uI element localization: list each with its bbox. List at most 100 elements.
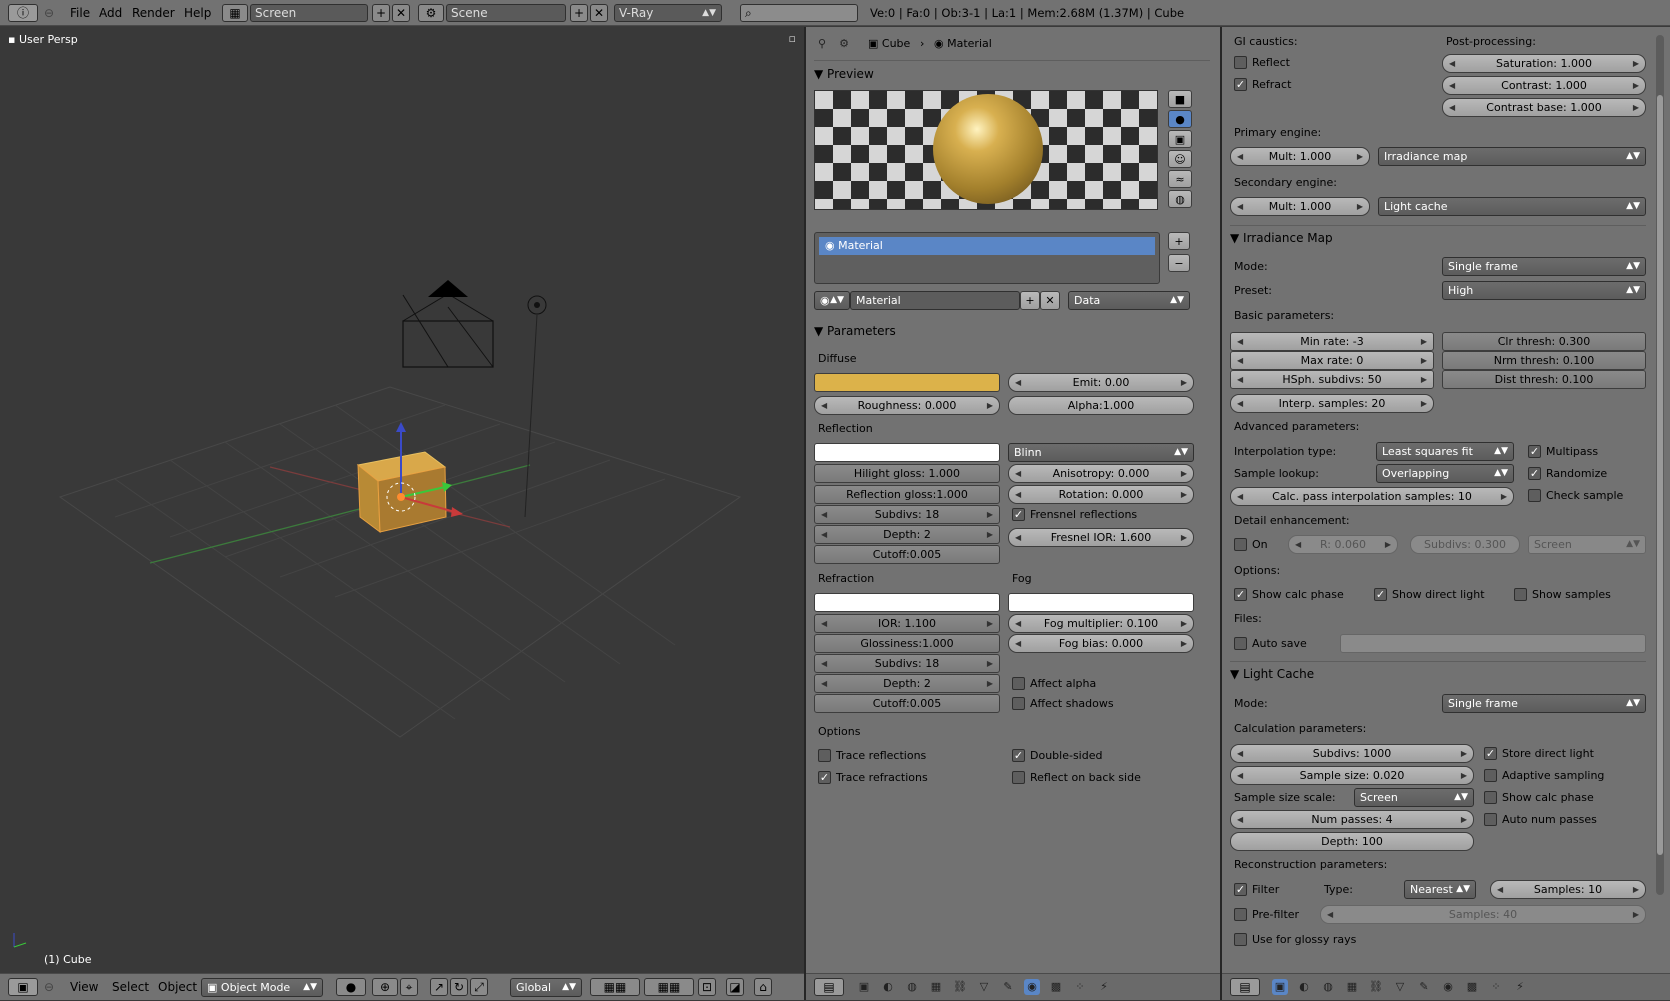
menu-select[interactable]: Select (112, 974, 149, 1001)
hsph-subdivs-field[interactable]: ◀ HSph. subdivs: 50 ▶ (1230, 370, 1434, 389)
material-name-field[interactable]: Material (850, 291, 1020, 310)
dist-thresh-field[interactable]: Dist thresh: 0.100 (1442, 370, 1646, 389)
num-passes-field[interactable]: ◀ Num passes: 4 ▶ (1230, 810, 1474, 829)
scene-tab-icon[interactable]: ◐ (880, 979, 896, 995)
contrast-base-field[interactable]: ◀ Contrast base: 1.000 ▶ (1442, 98, 1646, 117)
menu-object[interactable]: Object (158, 974, 197, 1001)
detail-subdivs-field[interactable]: Subdivs: 0.300 (1410, 535, 1520, 554)
glossy-rays-checkbox[interactable] (1234, 933, 1247, 946)
render-tab-icon[interactable]: ▣ (856, 979, 872, 995)
rotation-field[interactable]: ◀ Rotation: 0.000 ▶ (1008, 485, 1194, 504)
refraction-color-swatch[interactable] (814, 593, 1000, 612)
menu-add[interactable]: Add (99, 0, 122, 26)
translate-icon[interactable]: ↗ (430, 978, 448, 996)
contrast-field[interactable]: ◀ Contrast: 1.000 ▶ (1442, 76, 1646, 95)
prefilter-checkbox[interactable] (1234, 908, 1247, 921)
screen-add-icon[interactable]: + (372, 4, 390, 22)
editor-type-icon[interactable]: ▤ (814, 978, 844, 996)
show-samples-checkbox[interactable] (1514, 588, 1527, 601)
collapse-icon[interactable]: ⊖ (44, 974, 54, 1001)
layers2-icon[interactable]: ▦▦ (644, 978, 694, 996)
saturation-field[interactable]: ◀ Saturation: 1.000 ▶ (1442, 54, 1646, 73)
diffuse-color-swatch[interactable] (814, 373, 1000, 392)
brdf-select[interactable]: Blinn ▲▼ (1008, 443, 1194, 462)
irradiance-map-header[interactable]: ▼ Irradiance Map (1230, 231, 1333, 245)
scene-tab-icon[interactable]: ◐ (1296, 979, 1312, 995)
check-sample-checkbox[interactable] (1528, 489, 1541, 502)
show-calc-phase-checkbox[interactable]: ✓ (1234, 588, 1247, 601)
lock-icon[interactable]: ⊡ (698, 978, 716, 996)
material-slot-item[interactable]: ◉ Material (819, 237, 1155, 255)
refraction-cutoff-field[interactable]: Cutoff:0.005 (814, 694, 1000, 713)
material-slot-list[interactable]: ◉ Material (814, 232, 1160, 284)
filter-samples-field[interactable]: ◀ Samples: 10 ▶ (1490, 880, 1646, 899)
manipulator-toggle-icon[interactable]: ⌖ (400, 978, 418, 996)
world-tab-icon[interactable]: ◍ (1320, 979, 1336, 995)
irr-preset-select[interactable]: High ▲▼ (1442, 281, 1646, 300)
filter-checkbox[interactable]: ✓ (1234, 883, 1247, 896)
constraints-tab-icon[interactable]: ⛓ (952, 979, 968, 995)
constraints-tab-icon[interactable]: ⛓ (1368, 979, 1384, 995)
material-unlink-icon[interactable]: ✕ (1040, 291, 1060, 310)
camera-icon[interactable]: ⌂ (754, 978, 772, 996)
menu-render[interactable]: Render (132, 0, 175, 26)
material-link-select[interactable]: Data ▲▼ (1068, 291, 1190, 310)
affect-shadows-checkbox[interactable] (1012, 697, 1025, 710)
material-tab-icon[interactable]: ◉ (1440, 979, 1456, 995)
clr-thresh-field[interactable]: Clr thresh: 0.300 (1442, 332, 1646, 351)
lc-sample-size-field[interactable]: ◀ Sample size: 0.020 ▶ (1230, 766, 1474, 785)
auto-save-file-field[interactable] (1340, 634, 1646, 653)
preview-world-icon[interactable]: ◍ (1168, 190, 1192, 208)
double-sided-checkbox[interactable]: ✓ (1012, 749, 1025, 762)
multipass-checkbox[interactable]: ✓ (1528, 445, 1541, 458)
menu-view[interactable]: View (70, 974, 98, 1001)
scale-icon[interactable]: ⤢ (470, 978, 488, 996)
reflection-gloss-field[interactable]: Reflection gloss:1.000 (814, 485, 1000, 504)
menu-file[interactable]: File (70, 0, 90, 26)
physics-tab-icon[interactable]: ⚡ (1096, 979, 1112, 995)
auto-save-checkbox[interactable] (1234, 637, 1247, 650)
randomize-checkbox[interactable]: ✓ (1528, 467, 1541, 480)
detail-on-checkbox[interactable] (1234, 538, 1247, 551)
fog-color-swatch[interactable] (1008, 593, 1194, 612)
render-tab-icon[interactable]: ▣ (1272, 979, 1288, 995)
pivot-icon[interactable]: ⊕ (372, 978, 398, 996)
reflection-subdivs-field[interactable]: ◀ Subdivs: 18 ▶ (814, 505, 1000, 524)
lc-show-calc-checkbox[interactable] (1484, 791, 1497, 804)
store-direct-light-checkbox[interactable]: ✓ (1484, 747, 1497, 760)
irr-mode-select[interactable]: Single frame ▲▼ (1442, 257, 1646, 276)
trace-refractions-checkbox[interactable]: ✓ (818, 771, 831, 784)
preview-hair-icon[interactable]: ≈ (1168, 170, 1192, 188)
detail-scale-select[interactable]: Screen ▲▼ (1528, 535, 1646, 554)
sample-size-scale-select[interactable]: Screen ▲▼ (1354, 788, 1474, 807)
glossiness-field[interactable]: Glossiness:1.000 (814, 634, 1000, 653)
caustics-reflect-checkbox[interactable] (1234, 56, 1247, 69)
preview-panel-header[interactable]: ▼ Preview (814, 67, 874, 81)
preview-monkey-icon[interactable]: ☺ (1168, 150, 1192, 168)
scrollbar-thumb[interactable] (1657, 95, 1663, 855)
slot-add-button[interactable]: + (1168, 232, 1190, 250)
world-tab-icon[interactable]: ◍ (904, 979, 920, 995)
reflection-cutoff-field[interactable]: Cutoff:0.005 (814, 545, 1000, 564)
preview-sphere-icon[interactable]: ● (1168, 110, 1192, 128)
ior-field[interactable]: ◀ IOR: 1.100 ▶ (814, 614, 1000, 633)
modifiers-tab-icon[interactable]: ▽ (976, 979, 992, 995)
fresnel-checkbox[interactable]: ✓ (1012, 508, 1025, 521)
particles-tab-icon[interactable]: ⁘ (1072, 979, 1088, 995)
fog-multiplier-field[interactable]: ◀ Fog multiplier: 0.100 ▶ (1008, 614, 1194, 633)
material-new-icon[interactable]: + (1020, 291, 1040, 310)
nrm-thresh-field[interactable]: Nrm thresh: 0.100 (1442, 351, 1646, 370)
min-rate-field[interactable]: ◀ Min rate: -3 ▶ (1230, 332, 1434, 351)
render-engine-select[interactable]: V-Ray ▲▼ (614, 4, 722, 22)
prefilter-samples-field[interactable]: ◀ Samples: 40 ▶ (1320, 905, 1646, 924)
light-cache-header[interactable]: ▼ Light Cache (1230, 667, 1314, 681)
menu-help[interactable]: Help (184, 0, 211, 26)
screen-delete-icon[interactable]: ✕ (392, 4, 410, 22)
interp-type-select[interactable]: Least squares fit ▲▼ (1376, 442, 1514, 461)
scene-add-icon[interactable]: + (570, 4, 588, 22)
parameters-panel-header[interactable]: ▼ Parameters (814, 324, 896, 338)
reflection-color-swatch[interactable] (814, 443, 1000, 462)
calc-pass-field[interactable]: ◀ Calc. pass interpolation samples: 10 ▶ (1230, 487, 1514, 506)
screen-name-field[interactable]: Screen (250, 4, 368, 22)
auto-num-passes-checkbox[interactable] (1484, 813, 1497, 826)
